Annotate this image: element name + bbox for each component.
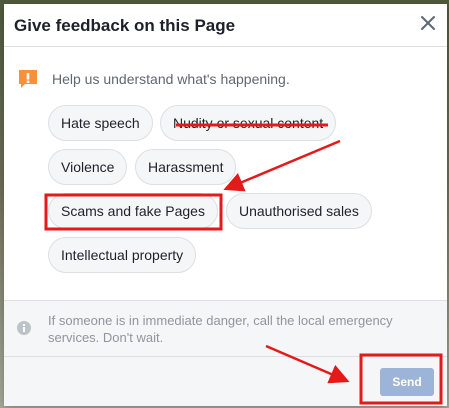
emergency-notice: If someone is in immediate danger, call … bbox=[48, 313, 393, 345]
info-icon bbox=[16, 320, 32, 336]
option-label: Violence bbox=[61, 159, 115, 175]
close-icon bbox=[421, 16, 435, 30]
warning-icon bbox=[17, 68, 39, 90]
option-label: Harassment bbox=[148, 159, 224, 175]
option-unauthorised-sales[interactable]: Unauthorised sales bbox=[226, 193, 372, 229]
close-button[interactable] bbox=[417, 12, 439, 34]
option-label: Intellectual property bbox=[61, 247, 184, 263]
option-nudity[interactable]: Nudity or sexual content bbox=[160, 105, 337, 141]
option-label: Hate speech bbox=[61, 115, 140, 131]
option-label: Nudity or sexual content bbox=[173, 115, 324, 131]
option-harassment[interactable]: Harassment bbox=[135, 149, 237, 185]
option-hate-speech[interactable]: Hate speech bbox=[48, 105, 153, 141]
option-label: Scams and fake Pages bbox=[61, 203, 205, 219]
option-violence[interactable]: Violence bbox=[48, 149, 128, 185]
divider bbox=[4, 300, 447, 301]
option-scams-fake-pages[interactable]: Scams and fake Pages bbox=[48, 193, 218, 229]
option-intellectual-property[interactable]: Intellectual property bbox=[48, 237, 197, 273]
dialog-header: Give feedback on this Page bbox=[4, 4, 447, 47]
info-row: If someone is in immediate danger, call … bbox=[4, 300, 447, 356]
send-button[interactable]: Send bbox=[380, 368, 434, 396]
prompt-text: Help us understand what's happening. bbox=[52, 71, 290, 87]
dialog-title: Give feedback on this Page bbox=[14, 16, 236, 35]
feedback-dialog: Give feedback on this Page Help us under… bbox=[4, 4, 447, 406]
option-label: Unauthorised sales bbox=[239, 203, 359, 219]
